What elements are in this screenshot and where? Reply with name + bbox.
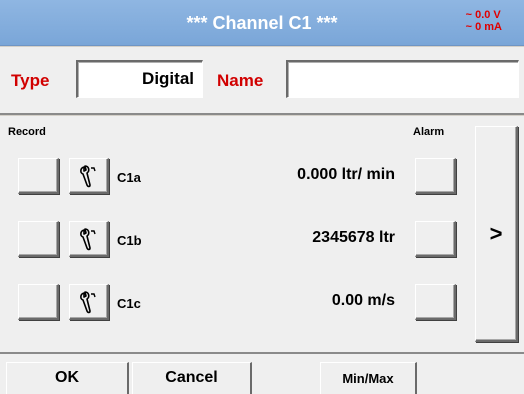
record-column-label: Record <box>8 126 46 138</box>
settings-button-c1c[interactable] <box>69 284 109 320</box>
alarm-column-label: Alarm <box>413 126 445 138</box>
title-bar: *** Channel C1 *** ~ 0.0 V ~ 0 mA <box>0 0 524 46</box>
record-toggle-c1a[interactable] <box>18 158 59 194</box>
value-c1b: 2345678 ltr <box>312 229 395 246</box>
type-label: Type <box>11 71 50 90</box>
ok-button[interactable]: OK <box>6 362 129 394</box>
wrench-icon <box>79 290 96 313</box>
wrench-icon <box>79 164 96 187</box>
minmax-button[interactable]: Min/Max <box>320 362 417 394</box>
alarm-toggle-c1c[interactable] <box>415 284 456 320</box>
window-title: *** Channel C1 *** <box>186 13 338 33</box>
type-value: Digital <box>142 69 194 88</box>
name-field[interactable] <box>286 60 519 98</box>
next-page-button[interactable]: > <box>475 126 518 342</box>
channel-label-c1a: C1a <box>117 170 141 185</box>
bottom-toolbar: OK Cancel Min/Max <box>0 352 524 394</box>
status-readout: ~ 0.0 V ~ 0 mA <box>466 9 502 33</box>
alarm-toggle-c1b[interactable] <box>415 221 456 257</box>
type-field[interactable]: Digital <box>76 60 203 98</box>
value-c1c: 0.00 m/s <box>331 292 395 309</box>
minmax-label: Min/Max <box>342 371 394 386</box>
status-voltage: ~ 0.0 V <box>465 9 501 21</box>
wrench-icon <box>79 227 96 250</box>
cancel-button[interactable]: Cancel <box>132 362 252 394</box>
record-toggle-c1b[interactable] <box>18 221 59 257</box>
alarm-toggle-c1a[interactable] <box>415 158 456 194</box>
record-toggle-c1c[interactable] <box>18 284 59 320</box>
settings-button-c1a[interactable] <box>69 158 109 194</box>
channel-table-panel: Record Alarm C1a 0.000 ltr/ min C1b 2345… <box>0 116 524 352</box>
cancel-label: Cancel <box>165 369 218 386</box>
channel-label-c1b: C1b <box>117 233 142 248</box>
channel-label-c1c: C1c <box>117 296 141 311</box>
settings-button-c1b[interactable] <box>69 221 109 257</box>
status-current: ~ 0 mA <box>465 21 502 33</box>
channel-config-panel: Type Digital Name <box>0 47 524 115</box>
ok-label: OK <box>55 369 79 386</box>
name-label: Name <box>217 71 264 90</box>
value-c1a: 0.000 ltr/ min <box>297 166 395 183</box>
next-page-label: > <box>489 220 503 246</box>
